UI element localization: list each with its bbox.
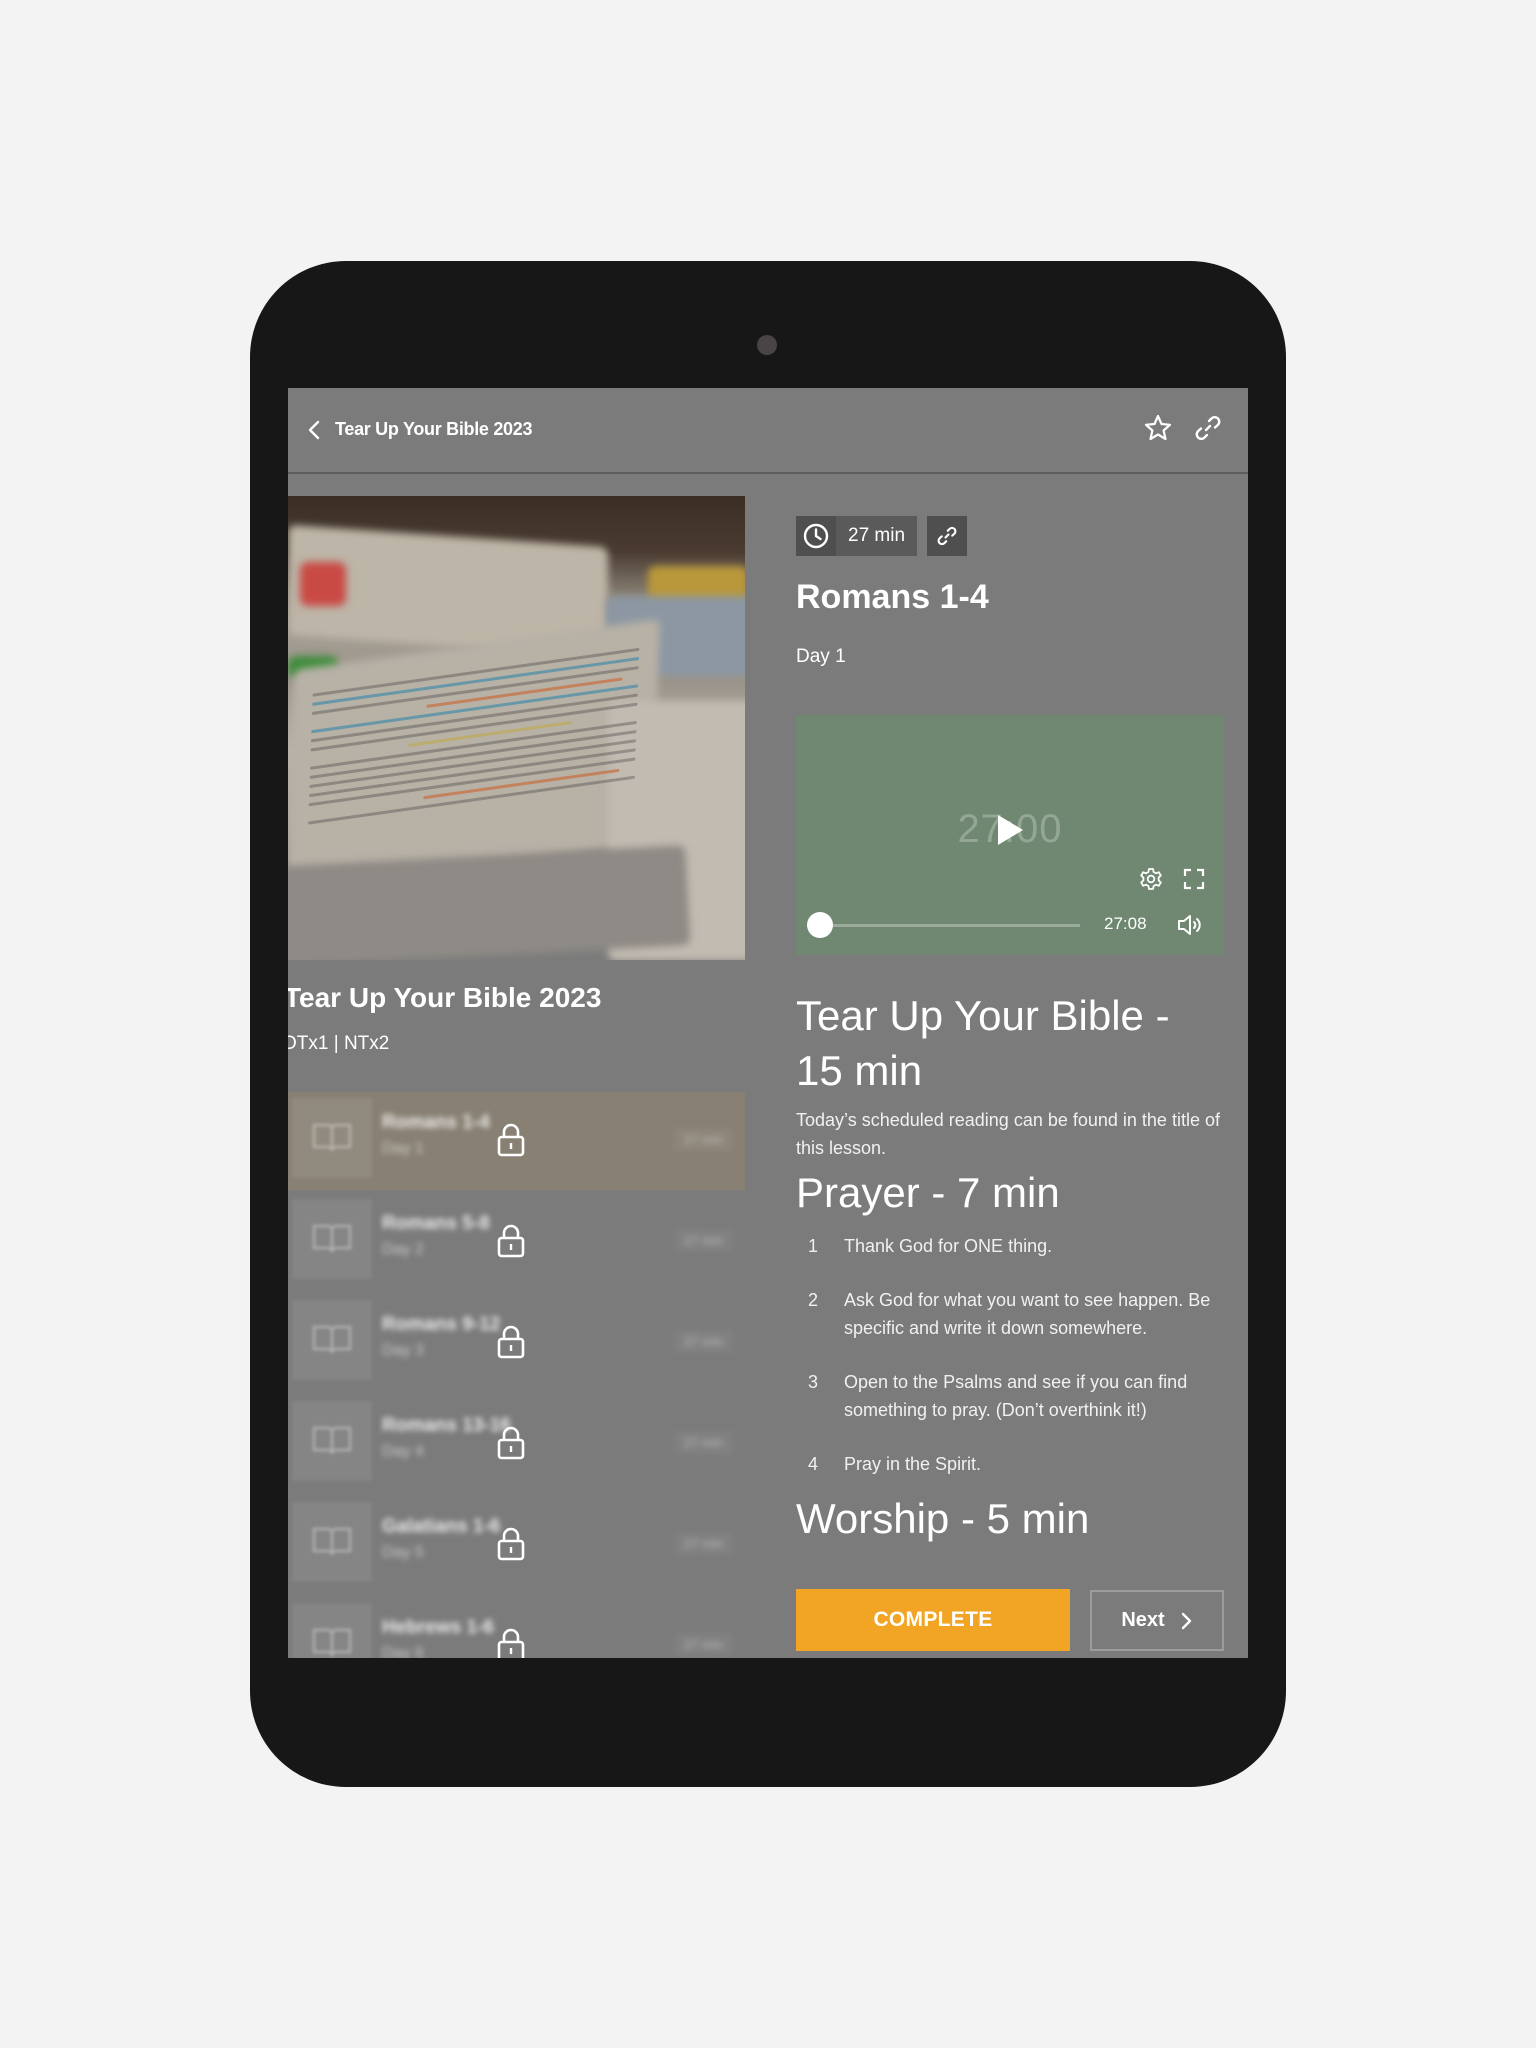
lesson-duration: 27 min bbox=[673, 1532, 733, 1555]
section-heading-prayer: Prayer - 7 min bbox=[796, 1169, 1060, 1216]
lesson-day: Day 2 bbox=[382, 1241, 424, 1258]
duration-badge: 27 min bbox=[796, 516, 918, 556]
lesson-list-item[interactable]: Galatians 1-6 Day 5 27 min bbox=[288, 1496, 745, 1594]
lesson-day: Day 5 bbox=[382, 1544, 424, 1561]
lesson-list-item[interactable]: Romans 9-12 Day 3 27 min bbox=[288, 1294, 745, 1392]
lock-icon bbox=[497, 1224, 525, 1258]
next-label: Next bbox=[1121, 1609, 1165, 1631]
book-icon bbox=[292, 1401, 372, 1481]
video-player[interactable]: 27:00 27:08 bbox=[796, 715, 1224, 955]
share-link-button[interactable] bbox=[1192, 412, 1224, 444]
reading-description: Today’s scheduled reading can be found i… bbox=[796, 1110, 1220, 1158]
course-title: Tear Up Your Bible 2023 bbox=[288, 982, 602, 1013]
camera-dot bbox=[757, 335, 777, 355]
lesson-day: Day 3 bbox=[382, 1342, 424, 1359]
lesson-list-item[interactable]: Romans 5-8 Day 2 27 min bbox=[288, 1193, 745, 1291]
prayer-list: 1 Thank God for ONE thing. 2 Ask God for w… bbox=[796, 1232, 1226, 1478]
link-icon bbox=[937, 526, 957, 546]
top-bar: Tear Up Your Bible 2023 bbox=[288, 388, 1248, 474]
section-heading-reading: Tear Up Your Bible - 15 min bbox=[796, 992, 1170, 1094]
lesson-name: Romans 13-16 bbox=[382, 1415, 511, 1436]
lock-icon bbox=[497, 1325, 525, 1359]
lesson-day: Day 6 bbox=[382, 1645, 424, 1658]
lesson-name: Galatians 1-6 bbox=[382, 1516, 501, 1537]
lesson-title: Romans 1-4 bbox=[796, 578, 989, 616]
lesson-duration: 27 min bbox=[673, 1229, 733, 1252]
book-icon bbox=[292, 1199, 372, 1279]
lesson-day: Day 1 bbox=[382, 1140, 424, 1157]
link-icon bbox=[1195, 415, 1221, 441]
lesson-duration: 27 min bbox=[673, 1431, 733, 1454]
lesson-link-button[interactable] bbox=[927, 516, 968, 556]
book-icon bbox=[292, 1098, 372, 1178]
book-icon bbox=[292, 1502, 372, 1582]
video-time: 27:08 bbox=[1104, 914, 1147, 933]
lesson-duration: 27 min bbox=[673, 1128, 733, 1151]
lock-icon bbox=[497, 1527, 525, 1561]
play-icon[interactable] bbox=[996, 814, 1024, 846]
course-subtitle: OTx1 | NTx2 bbox=[288, 1033, 390, 1054]
course-header-title: Tear Up Your Bible 2023 bbox=[335, 419, 533, 439]
complete-button[interactable]: COMPLETE bbox=[796, 1589, 1070, 1651]
book-icon bbox=[292, 1603, 372, 1658]
lesson-list-item[interactable]: Romans 1-4 Day 1 27 min bbox=[288, 1092, 745, 1190]
gear-icon[interactable] bbox=[1139, 867, 1163, 891]
course-cover-image bbox=[288, 496, 745, 960]
lesson-list: Romans 1-4 Day 1 27 min Romans 5-8 Day 2… bbox=[288, 1092, 745, 1658]
lesson-meta: 27 min bbox=[796, 516, 968, 556]
section-heading-worship: Worship - 5 min bbox=[796, 1495, 1090, 1542]
lesson-content: Tear Up Your Bible - 15 min Today’s sche… bbox=[796, 988, 1226, 1544]
prayer-item: 2 Ask God for what you want to see happen… bbox=[808, 1290, 1211, 1338]
lesson-list-item[interactable]: Romans 13-16 Day 4 27 min bbox=[288, 1395, 745, 1493]
clock-icon bbox=[803, 523, 829, 549]
prayer-item: 4 Pray in the Spirit. bbox=[808, 1454, 982, 1474]
duration-text: 27 min bbox=[836, 516, 918, 556]
lesson-duration: 27 min bbox=[673, 1633, 733, 1656]
next-button[interactable]: Next bbox=[1090, 1590, 1224, 1651]
lock-icon bbox=[497, 1426, 525, 1460]
lesson-name: Hebrews 1-6 bbox=[382, 1617, 494, 1638]
lesson-day: Day 4 bbox=[382, 1443, 424, 1460]
chevron-left-icon bbox=[308, 420, 320, 440]
app-screen: Tear Up Your Bible 2023 Tear Up Your Bib… bbox=[288, 388, 1248, 1658]
chevron-right-icon bbox=[1181, 1612, 1191, 1629]
progress-handle[interactable] bbox=[807, 912, 833, 938]
fullscreen-icon[interactable] bbox=[1182, 867, 1206, 891]
star-icon bbox=[1144, 414, 1172, 441]
volume-icon[interactable] bbox=[1176, 913, 1204, 937]
lesson-name: Romans 9-12 bbox=[382, 1314, 501, 1335]
lesson-list-item[interactable]: Hebrews 1-6 Day 6 27 min bbox=[288, 1597, 745, 1658]
lock-icon bbox=[497, 1628, 525, 1658]
back-button[interactable] bbox=[304, 418, 326, 442]
lesson-name: Romans 5-8 bbox=[382, 1213, 490, 1234]
lesson-name: Romans 1-4 bbox=[382, 1112, 490, 1133]
lesson-day-label: Day 1 bbox=[796, 646, 846, 667]
lesson-duration: 27 min bbox=[673, 1330, 733, 1353]
lock-icon bbox=[497, 1123, 525, 1157]
prayer-item: 1 Thank God for ONE thing. bbox=[808, 1236, 1053, 1256]
favorite-button[interactable] bbox=[1142, 412, 1174, 444]
prayer-item: 3 Open to the Psalms and see if you can f… bbox=[808, 1372, 1188, 1420]
book-icon bbox=[292, 1300, 372, 1380]
video-progress-slider[interactable] bbox=[807, 912, 1080, 938]
